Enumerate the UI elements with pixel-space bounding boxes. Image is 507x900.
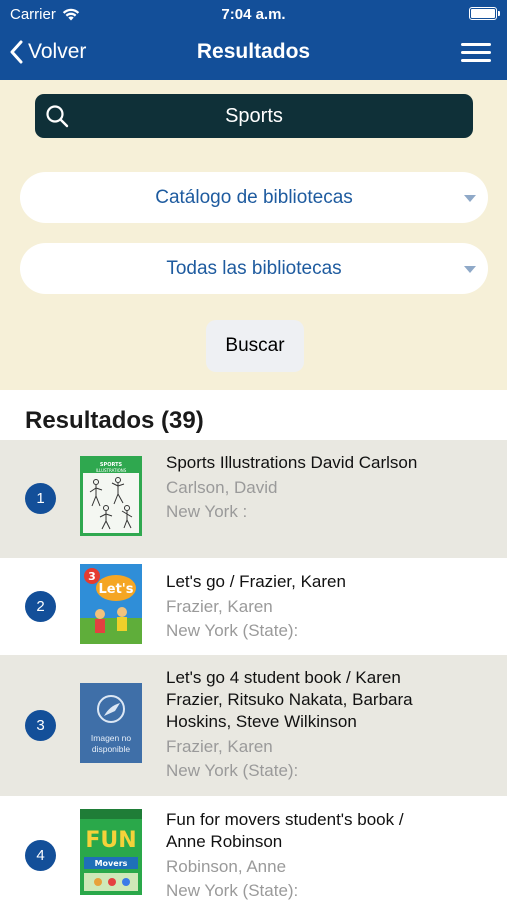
menu-button[interactable] [461, 40, 493, 64]
hamburger-line [461, 59, 491, 62]
result-author: Carlson, David [166, 478, 278, 497]
no-image-icon [97, 695, 125, 723]
svg-text:Let's: Let's [98, 582, 133, 597]
catalog-select-value: Catálogo de bibliotecas [155, 187, 353, 208]
results-heading: Resultados (39) [25, 407, 204, 434]
chevron-down-icon [464, 195, 476, 202]
svg-text:FUN: FUN [85, 828, 136, 853]
result-author: Robinson, Anne [166, 857, 287, 876]
result-details: Sports Illustrations David Carlson Carls… [166, 452, 436, 524]
result-title: Sports Illustrations David Carlson [166, 453, 418, 472]
result-place: New York (State): [166, 621, 299, 640]
status-time: 7:04 a.m. [221, 6, 286, 23]
list-item[interactable]: 2 3 Let's Let's go / Frazier, Karen Fraz… [0, 558, 507, 655]
hamburger-line [461, 43, 491, 46]
result-title: Fun for movers student's book / Anne Rob… [166, 810, 404, 851]
search-panel: Sports Catálogo de bibliotecas Todas las… [0, 80, 507, 390]
chevron-down-icon [464, 266, 476, 273]
result-number: 3 [25, 710, 56, 741]
list-item[interactable]: 4 FUN Movers Fun for movers student's bo… [0, 796, 507, 900]
result-author: Frazier, Karen [166, 737, 273, 756]
result-number: 1 [25, 483, 56, 514]
libraries-select-value: Todas las bibliotecas [166, 258, 342, 279]
book-cover: FUN Movers [80, 809, 142, 895]
result-number: 4 [25, 840, 56, 871]
back-button-label: Volver [28, 40, 87, 63]
svg-text:ILLUSTRATIONS: ILLUSTRATIONS [96, 468, 127, 473]
search-button[interactable]: Buscar [206, 320, 304, 372]
no-image-label: Imagen no disponible [90, 733, 132, 754]
result-details: Let's go / Frazier, Karen Frazier, Karen… [166, 571, 436, 643]
book-cover: SPORTS ILLUSTRATIONS [80, 456, 142, 536]
back-button[interactable]: Volver [10, 36, 86, 68]
result-details: Fun for movers student's book / Anne Rob… [166, 809, 436, 900]
result-place: New York (State): [166, 761, 299, 780]
libraries-select[interactable]: Todas las bibliotecas [20, 243, 488, 294]
list-item[interactable]: 1 SPORTS ILLUSTRATIONS Sports Illustrati… [0, 440, 507, 558]
book-cover: 3 Let's [80, 564, 142, 644]
result-number: 2 [25, 591, 56, 622]
result-details: Let's go 4 student book / Karen Frazier,… [166, 667, 436, 783]
search-input[interactable]: Sports [35, 94, 473, 138]
search-query: Sports [225, 105, 283, 127]
svg-text:3: 3 [88, 570, 96, 583]
result-place: New York : [166, 502, 248, 521]
app-screen: Carrier 7:04 a.m. Volver Resultados Spor… [0, 0, 507, 900]
status-bar: Carrier 7:04 a.m. [0, 0, 507, 28]
result-place: New York (State): [166, 881, 299, 900]
chevron-left-icon [10, 40, 23, 64]
result-title: Let's go 4 student book / Karen Frazier,… [166, 668, 413, 731]
no-image-placeholder: Imagen no disponible [80, 683, 142, 763]
hamburger-line [461, 51, 491, 54]
navigation-bar: Carrier 7:04 a.m. Volver Resultados [0, 0, 507, 80]
result-author: Frazier, Karen [166, 597, 273, 616]
catalog-select[interactable]: Catálogo de bibliotecas [20, 172, 488, 223]
result-title: Let's go / Frazier, Karen [166, 572, 346, 591]
svg-text:Movers: Movers [95, 859, 128, 868]
list-item[interactable]: 3 Imagen no disponible Let's go 4 studen… [0, 655, 507, 796]
battery-icon [469, 7, 500, 20]
